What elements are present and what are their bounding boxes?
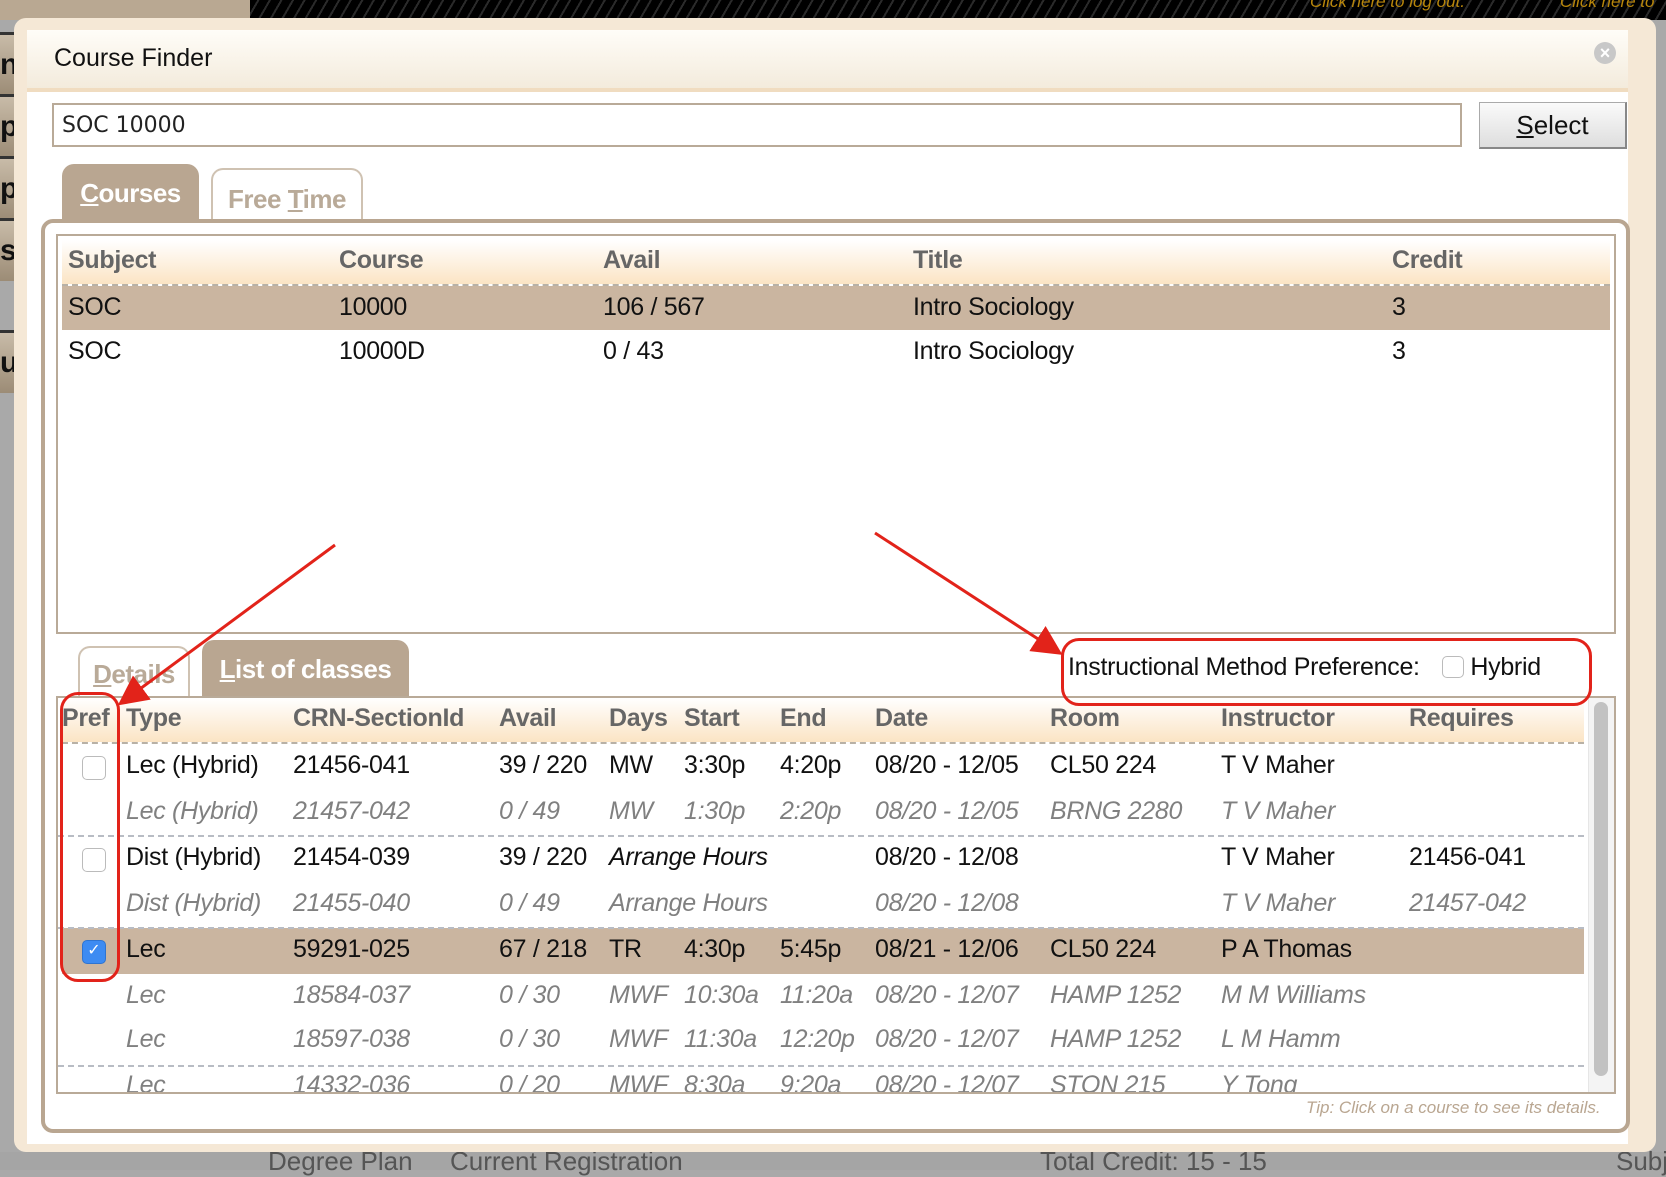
annotation-arrows [117,531,1063,706]
arrow-to-pref-column [117,543,336,706]
arrow-to-preference [874,531,1063,655]
